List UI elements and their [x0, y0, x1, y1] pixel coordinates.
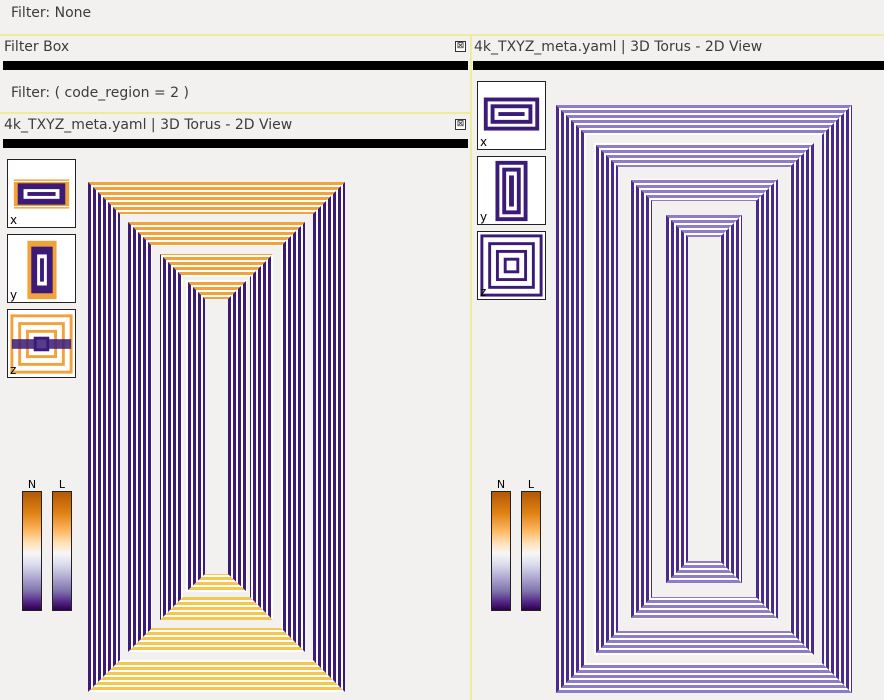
left-thumbnail-x[interactable]: x [7, 159, 76, 228]
right-view-title: 4k_TXYZ_meta.yaml | 3D Torus - 2D View [474, 39, 763, 55]
right-thumbnail-z[interactable]: z [477, 231, 546, 300]
right-thumb-y-axis: y [480, 210, 488, 224]
right-thumb-z-axis: z [480, 285, 487, 299]
pane-splitter[interactable] [470, 34, 472, 700]
left-thumbnail-y[interactable]: y [7, 234, 76, 303]
right-legend-l-colorbar [521, 491, 541, 611]
right-torus-rings [556, 105, 852, 693]
filter-box-close-icon[interactable]: ⊠ [455, 41, 466, 52]
left-view-title: 4k_TXYZ_meta.yaml | 3D Torus - 2D View [4, 117, 293, 133]
right-legend-n-label: N [496, 478, 506, 491]
top-divider [0, 34, 884, 36]
left-view-close-icon[interactable]: ⊠ [455, 119, 466, 130]
filter-box-toolbar [3, 61, 468, 70]
right-thumbnail-x[interactable]: x [477, 81, 546, 150]
left-view-toolbar [3, 139, 468, 148]
left-thumb-y-axis: y [10, 288, 18, 302]
left-thumbnail-z[interactable]: z [7, 309, 76, 378]
left-torus-rings [88, 182, 345, 692]
left-torus-view[interactable] [88, 182, 345, 692]
right-view-toolbar [473, 61, 884, 70]
left-legend-n-label: N [27, 478, 37, 491]
left-thumb-z-axis: z [10, 363, 17, 377]
right-thumb-x-axis: x [480, 135, 488, 149]
right-torus-view[interactable] [556, 105, 852, 693]
region-filter-label: Filter: ( code_region = 2 ) [11, 85, 189, 101]
left-legend-l-label: L [58, 478, 66, 491]
top-filter-label: Filter: None [11, 5, 92, 21]
filter-box-title: Filter Box [4, 39, 70, 55]
right-legend-l-label: L [527, 478, 535, 491]
left-divider [0, 112, 470, 114]
left-legend-n-colorbar [22, 491, 42, 611]
right-legend-n-colorbar [491, 491, 511, 611]
left-legend-l-colorbar [52, 491, 72, 611]
left-thumb-x-axis: x [10, 213, 18, 227]
right-thumbnail-y[interactable]: y [477, 156, 546, 225]
